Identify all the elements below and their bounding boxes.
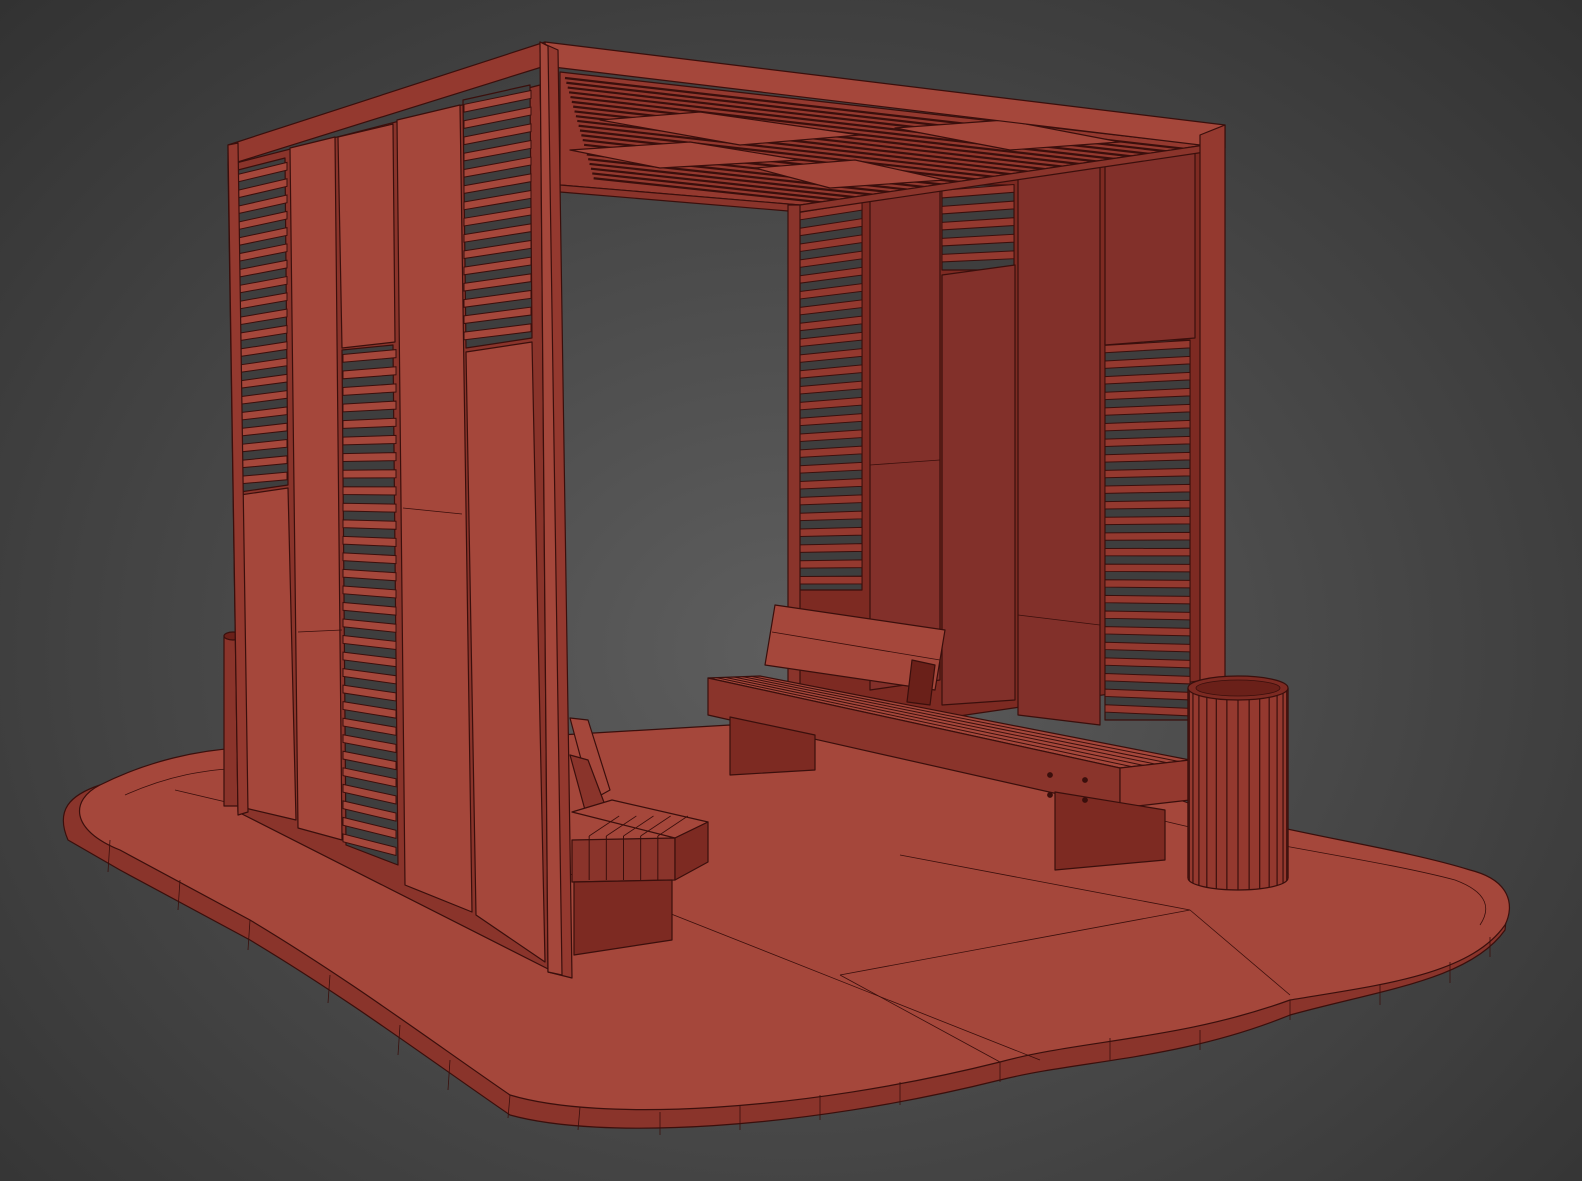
back-slat — [1104, 626, 1191, 637]
back-slat — [1104, 579, 1191, 589]
left-slat — [342, 519, 397, 530]
back-solid-panel — [869, 184, 941, 691]
left-slat — [342, 434, 397, 446]
back-slat — [1104, 563, 1191, 573]
left-solid-panel — [289, 136, 343, 841]
post-back-left — [787, 204, 801, 761]
3d-viewport[interactable] — [0, 0, 1582, 1181]
back-solid-panel — [1017, 154, 1101, 726]
back-solid-panel — [941, 264, 1016, 706]
back-slat — [1104, 499, 1191, 510]
left-solid-panel — [239, 487, 297, 821]
left-slat — [342, 486, 397, 496]
back-solid-panel — [1104, 144, 1196, 346]
back-slat — [1104, 610, 1191, 621]
back-slat — [799, 510, 863, 522]
left-slat — [342, 535, 397, 547]
back-slat — [1104, 515, 1191, 526]
left-slat — [342, 452, 397, 462]
back-slat — [799, 575, 863, 585]
left-slat — [342, 469, 397, 479]
back-slat — [1104, 483, 1191, 494]
back-slat — [799, 559, 863, 569]
left-slat — [342, 417, 397, 429]
back-slat — [1104, 467, 1191, 479]
left-solid-panel — [465, 341, 546, 963]
back-slat — [799, 543, 863, 553]
back-bench-seat-end — [1119, 759, 1191, 809]
pergola-scene — [62, 41, 1511, 1135]
back-slat — [799, 526, 863, 537]
back-slat — [1104, 531, 1191, 541]
left-slat — [342, 502, 397, 513]
back-slat — [1104, 594, 1191, 605]
back-slat — [1104, 547, 1191, 557]
left-solid-panel — [337, 123, 396, 349]
post-back-right — [1199, 124, 1226, 769]
trash-bin — [1187, 675, 1289, 891]
